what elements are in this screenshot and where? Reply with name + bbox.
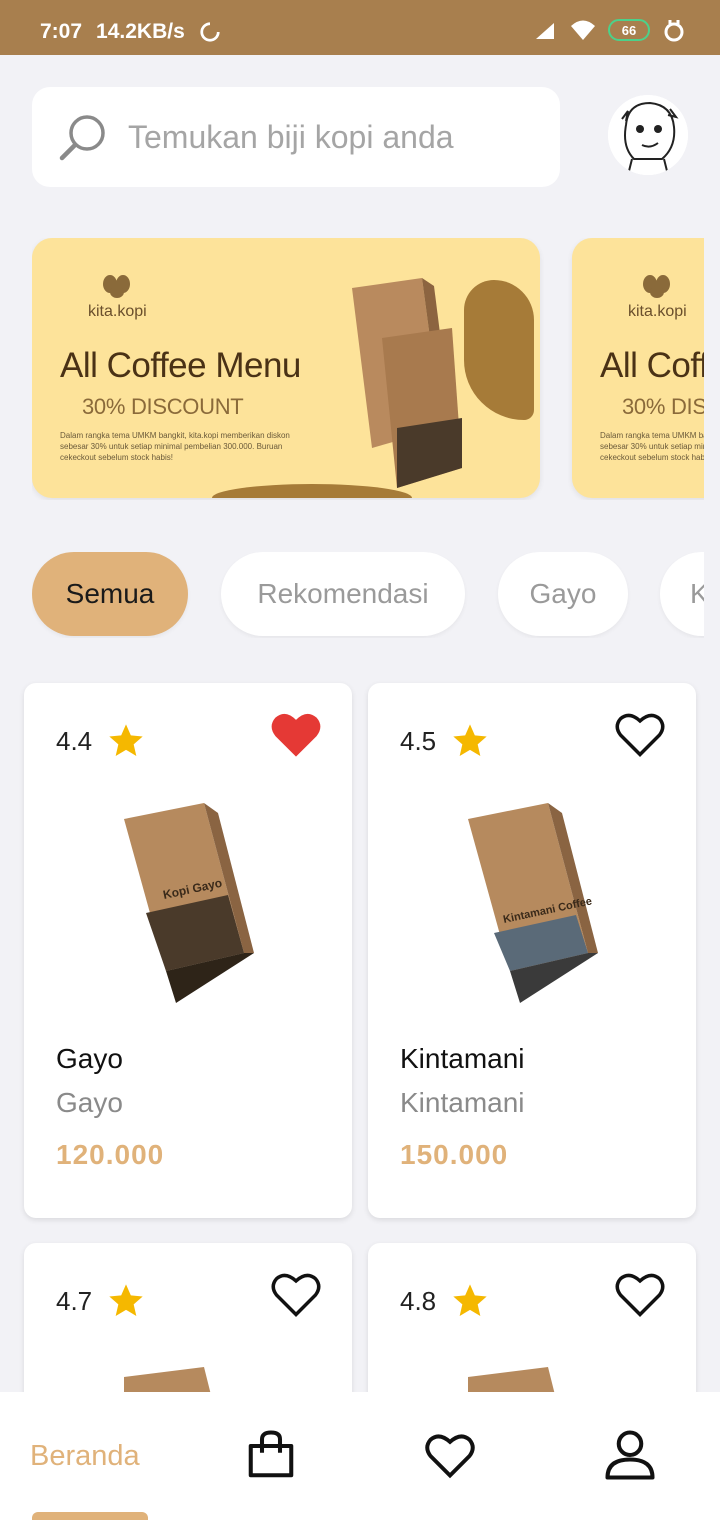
rating: 4.7: [56, 1281, 146, 1321]
wifi-icon: [571, 20, 595, 40]
star-icon: [453, 724, 487, 756]
sync-icon: [200, 22, 220, 42]
chip-gayo[interactable]: Gayo: [498, 552, 628, 636]
promo-banner[interactable]: kita.kopi All Coffee Menu 30% DISCOUNT D…: [572, 238, 704, 498]
product-price: 120.000: [56, 1139, 165, 1170]
coffee-bag-image: Kopi Gayo: [124, 803, 254, 1003]
nav-active-indicator: [32, 1512, 148, 1520]
star-icon: [453, 1284, 487, 1316]
heart-outline-icon[interactable]: [614, 1271, 666, 1319]
heart-outline-icon[interactable]: [270, 1271, 322, 1319]
heart-icon[interactable]: [424, 1432, 476, 1480]
coffee-bag-image: [352, 278, 462, 488]
banner-discount: 30% DISCOUNT: [82, 394, 244, 419]
product-price: 150.000: [400, 1139, 509, 1170]
signal-icon: [536, 23, 554, 39]
battery-indicator: 66: [608, 19, 650, 41]
promo-banner[interactable]: kita.kopi All Coffee Menu 30% DISCOUNT D…: [32, 238, 540, 498]
product-origin: Kintamani: [400, 1087, 525, 1118]
category-filter: Semua Rekomendasi Gayo K: [32, 552, 704, 638]
chip-semua[interactable]: Semua: [32, 552, 188, 636]
decorative-shape: [464, 280, 534, 420]
search-input[interactable]: [128, 118, 508, 156]
charging-icon: [664, 20, 684, 42]
brand-logo: kita.kopi: [628, 274, 687, 321]
bottom-navigation: Beranda: [0, 1392, 720, 1520]
banner-description: Dalam rangka tema UMKM bangkit, kita.kop…: [60, 431, 290, 462]
search-icon: [59, 115, 105, 161]
product-card[interactable]: 4.4 Kopi Gayo Gayo Gayo 120.000: [24, 683, 352, 1218]
banner-discount: 30% DISCOUNT: [622, 394, 704, 419]
star-icon: [109, 1284, 143, 1316]
network-speed: 14.2KB/s: [96, 20, 185, 43]
product-card[interactable]: 4.7: [24, 1243, 352, 1413]
avatar[interactable]: [608, 95, 688, 175]
nav-home[interactable]: Beranda: [30, 1440, 140, 1473]
heart-outline-icon[interactable]: [614, 711, 666, 759]
chip-k[interactable]: K: [660, 552, 704, 636]
star-icon: [109, 724, 143, 756]
banner-title: All Coffee Menu: [60, 346, 301, 385]
shopping-bag-icon[interactable]: [244, 1428, 298, 1482]
product-origin: Gayo: [56, 1087, 123, 1118]
rating: 4.5: [400, 721, 490, 761]
product-name: Kintamani: [400, 1043, 525, 1074]
heart-filled-icon[interactable]: [270, 711, 322, 759]
product-card[interactable]: 4.5 Kintamani Coffee Kintamani Kintamani…: [368, 683, 696, 1218]
promo-carousel[interactable]: kita.kopi All Coffee Menu 30% DISCOUNT D…: [32, 238, 704, 500]
rating: 4.4: [56, 721, 146, 761]
coffee-bag-image: Kintamani Coffee: [468, 803, 598, 1003]
chip-rekomendasi[interactable]: Rekomendasi: [221, 552, 465, 636]
search-bar[interactable]: [32, 87, 560, 187]
user-icon[interactable]: [602, 1428, 658, 1482]
status-bar: 7:07 14.2KB/s 66: [0, 0, 720, 55]
brand-logo: kita.kopi: [88, 274, 147, 321]
banner-description: Dalam rangka tema UMKM bangkit, kita.kop…: [600, 431, 704, 462]
product-name: Gayo: [56, 1043, 123, 1074]
banner-title: All Coffee Menu: [600, 346, 704, 385]
clock: 7:07: [40, 20, 83, 43]
rating: 4.8: [400, 1281, 490, 1321]
product-card[interactable]: 4.8: [368, 1243, 696, 1413]
